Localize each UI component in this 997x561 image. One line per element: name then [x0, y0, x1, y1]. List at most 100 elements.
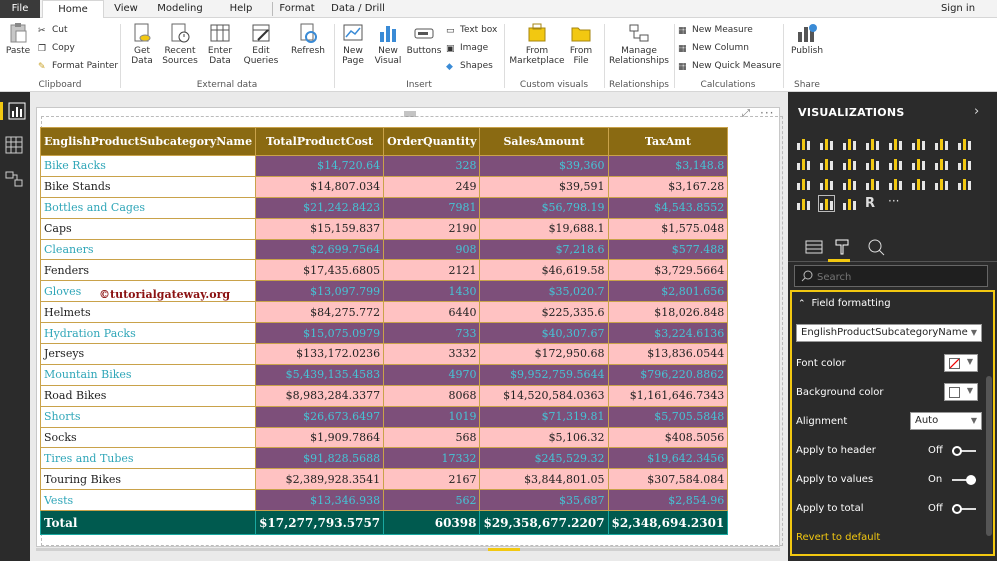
shapes-button[interactable]: ◆ Shapes	[446, 60, 493, 72]
multirow-card-icon[interactable]	[934, 176, 949, 191]
column-header[interactable]: OrderQuantity	[383, 127, 481, 156]
buttons-label: Buttons	[406, 46, 442, 56]
100-bar-icon[interactable]	[888, 136, 903, 151]
from-marketplace-button[interactable]: From Marketplace	[508, 22, 566, 66]
scatter-icon[interactable]	[911, 156, 926, 171]
pie-chart-icon[interactable]	[934, 156, 949, 171]
stacked-area-icon[interactable]	[796, 156, 811, 171]
value-cell: $46,619.58	[479, 259, 609, 282]
copy-button[interactable]: ❐ Copy	[38, 42, 75, 54]
r-script-icon[interactable]: R	[865, 196, 880, 211]
new-column-button[interactable]: ▦ New Column	[678, 42, 749, 54]
revert-to-default-link[interactable]: Revert to default	[796, 532, 880, 543]
model-view-button[interactable]	[5, 170, 25, 188]
ribbon-chart-icon[interactable]	[865, 156, 880, 171]
stacked-column-icon[interactable]	[819, 136, 834, 151]
slicer-icon[interactable]	[796, 196, 811, 211]
paste-button[interactable]: Paste	[4, 22, 32, 56]
focus-mode-icon[interactable]: ⤢	[742, 108, 750, 119]
donut-chart-icon[interactable]	[957, 156, 972, 171]
line-chart-icon[interactable]	[934, 136, 949, 151]
refresh-button[interactable]: Refresh	[290, 22, 326, 56]
map-icon[interactable]	[819, 176, 834, 191]
column-header[interactable]: SalesAmount	[479, 127, 609, 156]
text-box-icon: ▭	[446, 26, 455, 36]
stacked-bar-icon[interactable]	[796, 136, 811, 151]
column-header[interactable]: TaxAmt	[607, 127, 729, 156]
format-painter-button[interactable]: ✎ Format Painter	[38, 60, 118, 72]
tab-data-drill[interactable]: Data / Drill	[328, 0, 388, 18]
from-file-button[interactable]: From File	[566, 22, 596, 66]
new-measure-button[interactable]: ▦ New Measure	[678, 24, 753, 36]
buttons-button[interactable]: Buttons	[406, 22, 442, 56]
new-page-button[interactable]: New Page	[338, 22, 368, 66]
page-scroll-thumb[interactable]	[488, 548, 520, 551]
apply-header-toggle[interactable]	[952, 446, 976, 456]
drag-handle-icon[interactable]	[404, 109, 416, 117]
background-color-picker[interactable]: ▼	[944, 383, 978, 401]
more-visuals-icon[interactable]: ···	[888, 195, 903, 211]
value-cell: $14,720.64	[255, 155, 385, 177]
gauge-icon[interactable]	[888, 176, 903, 191]
area-chart-icon[interactable]	[957, 136, 972, 151]
tab-help[interactable]: Help	[224, 0, 258, 18]
card-icon[interactable]	[911, 176, 926, 191]
more-options-icon[interactable]: ···	[760, 106, 774, 120]
edit-queries-icon	[252, 24, 270, 42]
manage-relationships-button[interactable]: Manage Relationships	[608, 22, 670, 66]
matrix-icon[interactable]	[842, 196, 857, 211]
get-data-button[interactable]: Get Data	[126, 22, 158, 66]
edit-queries-button[interactable]: Edit Queries	[242, 22, 280, 66]
font-color-picker[interactable]: ▼	[944, 354, 978, 372]
line-clustered-icon[interactable]	[842, 156, 857, 171]
value-cell: $40,307.67	[479, 322, 609, 345]
treemap-icon[interactable]	[796, 176, 811, 191]
apply-values-toggle[interactable]	[952, 475, 976, 485]
table-visual-icon[interactable]	[818, 195, 835, 212]
clock-icon	[171, 23, 190, 43]
kpi-icon[interactable]	[957, 176, 972, 191]
apply-header-label: Apply to header	[796, 445, 876, 456]
text-box-button[interactable]: ▭ Text box	[446, 24, 497, 36]
recent-sources-button[interactable]: Recent Sources	[160, 22, 200, 66]
format-tab-icon[interactable]	[832, 238, 852, 256]
tab-format[interactable]: Format	[276, 0, 318, 18]
cut-button[interactable]: ✂ Cut	[38, 24, 68, 36]
fields-tab-icon[interactable]	[804, 238, 824, 256]
alignment-select[interactable]: Auto ▼	[910, 412, 982, 430]
page-scrollbar[interactable]	[36, 548, 780, 551]
tab-modeling[interactable]: Modeling	[150, 0, 210, 18]
font-color-label: Font color	[796, 358, 846, 369]
tab-home[interactable]: Home	[42, 0, 104, 19]
field-formatting-header[interactable]: ⌃ Field formatting	[798, 298, 891, 309]
filled-map-icon[interactable]	[842, 176, 857, 191]
line-column-icon[interactable]	[819, 156, 834, 171]
new-quick-measure-button[interactable]: ▦ New Quick Measure	[678, 60, 781, 72]
publish-button[interactable]: Publish	[788, 22, 826, 56]
format-search-box[interactable]	[794, 265, 988, 287]
group-divider	[120, 24, 121, 88]
tab-file[interactable]: File	[0, 0, 40, 18]
data-view-button[interactable]	[5, 136, 25, 154]
clustered-column-icon[interactable]	[865, 136, 880, 151]
analytics-tab-icon[interactable]	[866, 238, 886, 256]
search-input[interactable]	[817, 269, 977, 285]
new-visual-button[interactable]: New Visual	[372, 22, 404, 66]
apply-total-toggle[interactable]	[952, 504, 976, 514]
collapse-pane-icon[interactable]: ›	[974, 104, 979, 119]
image-button[interactable]: ▣ Image	[446, 42, 488, 54]
clustered-bar-icon[interactable]	[842, 136, 857, 151]
100-column-icon[interactable]	[911, 136, 926, 151]
column-header[interactable]: EnglishProductSubcategoryName	[39, 127, 257, 156]
report-view-button[interactable]	[0, 102, 30, 120]
pane-scrollbar[interactable]	[986, 376, 992, 536]
tab-view[interactable]: View	[108, 0, 144, 18]
waterfall-icon[interactable]	[888, 156, 903, 171]
funnel-icon[interactable]	[865, 176, 880, 191]
enter-data-button[interactable]: Enter Data	[204, 22, 236, 66]
sign-in-link[interactable]: Sign in	[934, 0, 982, 18]
column-header[interactable]: TotalProductCost	[255, 127, 385, 156]
ribbon: Paste ✂ Cut ❐ Copy ✎ Format Painter Clipboa…	[0, 18, 997, 92]
value-cell: $3,224.6136	[607, 322, 729, 345]
field-select[interactable]: EnglishProductSubcategoryName ▼	[796, 324, 982, 342]
